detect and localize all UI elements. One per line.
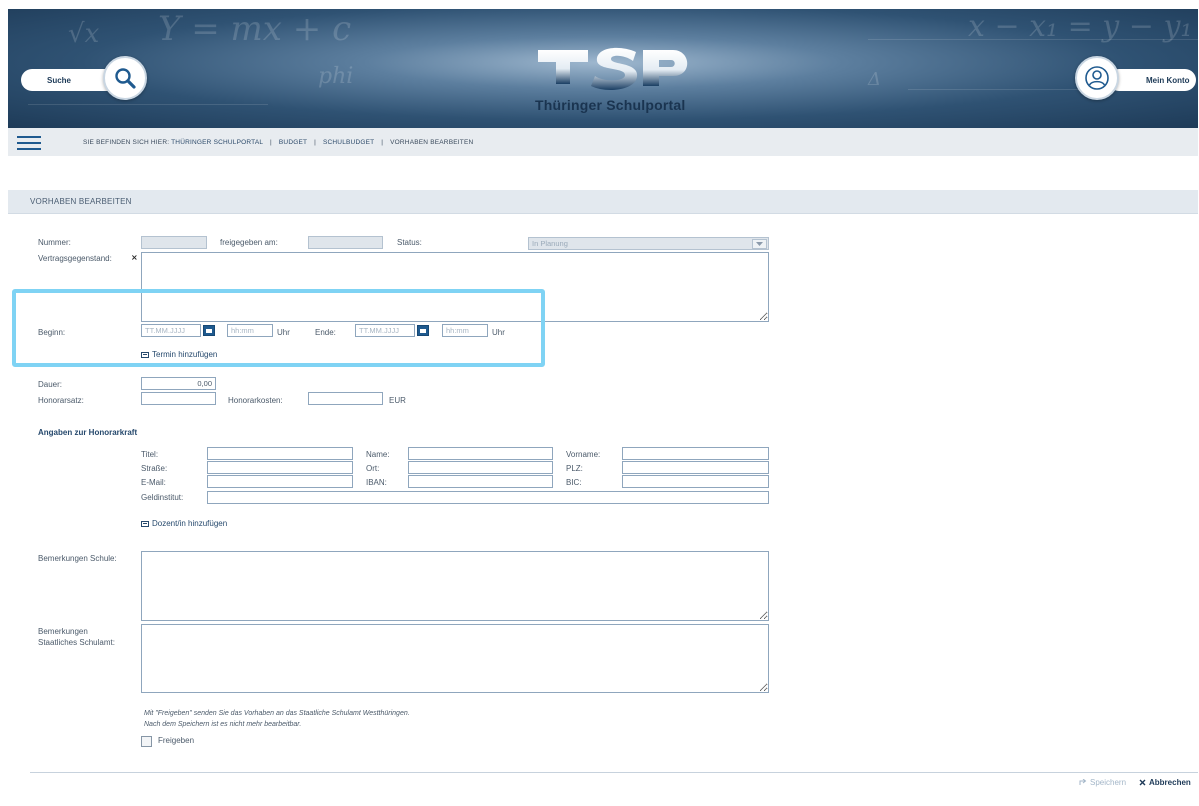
nummer-label: Nummer: [38, 238, 71, 247]
dauer-label: Dauer: [38, 380, 63, 389]
beginn-time-field[interactable] [227, 324, 273, 337]
name-field[interactable] [408, 447, 553, 460]
email-field[interactable] [207, 475, 353, 488]
required-mark: × [131, 253, 138, 262]
geldinstitut-field[interactable] [207, 491, 769, 504]
beginn-date-field[interactable] [141, 324, 201, 337]
email-label: E-Mail: [141, 478, 166, 487]
account-button[interactable]: Mein Konto [1108, 69, 1196, 91]
bemerkungen-schulamt-label: Bemerkungen [38, 627, 88, 636]
bic-label: BIC: [566, 478, 582, 487]
freigegeben-label: freigegeben am: [220, 238, 278, 247]
uhr-label: Uhr [277, 328, 290, 337]
nummer-field[interactable] [141, 236, 207, 249]
uhr-label: Uhr [492, 328, 505, 337]
status-select[interactable]: In Planung [528, 237, 769, 250]
cancel-button[interactable]: Abbrechen [1139, 778, 1191, 787]
cancel-label: Abbrechen [1149, 778, 1191, 787]
honorarsatz-label: Honorarsatz: [38, 396, 84, 405]
bic-field[interactable] [622, 475, 769, 488]
freigeben-label: Freigeben [158, 736, 195, 745]
vertragsgegenstand-label: Vertragsgegenstand: [38, 254, 112, 263]
portal-name: Thüringer Schulportal [535, 97, 686, 113]
add-termin-label: Termin hinzufügen [152, 350, 218, 359]
dauer-field[interactable] [141, 377, 216, 390]
strasse-label: Straße: [141, 464, 168, 473]
add-icon [141, 520, 149, 527]
beginn-label: Beginn: [38, 328, 66, 337]
vorname-label: Vorname: [566, 450, 601, 459]
breadcrumb-item-budget[interactable]: BUDGET [279, 139, 307, 146]
breadcrumb: SIE BEFINDEN SICH HIER: THÜRINGER SCHULP… [83, 139, 474, 146]
page-title: VORHABEN BEARBEITEN [30, 197, 132, 206]
chevron-down-icon[interactable] [752, 239, 767, 249]
vertragsgegenstand-field[interactable] [141, 252, 769, 322]
panel-header: VORHABEN BEARBEITEN [8, 190, 1198, 214]
calendar-icon[interactable] [203, 325, 215, 336]
breadcrumb-item-portal[interactable]: THÜRINGER SCHULPORTAL [171, 139, 263, 146]
breadcrumb-item-current: VORHABEN BEARBEITEN [390, 139, 474, 146]
honorarkosten-field[interactable] [308, 392, 383, 405]
bemerkungen-schule-label: Bemerkungen Schule: [38, 554, 117, 563]
breadcrumb-item-schulbudget[interactable]: SCHULBUDGET [323, 139, 374, 146]
ende-time-field[interactable] [442, 324, 488, 337]
header-banner: Y = mx + c phi √x x − x₁ = y − y₁ Δ Such… [8, 9, 1198, 128]
titel-label: Titel: [141, 450, 159, 459]
honorarkraft-heading: Angaben zur Honorarkraft [38, 428, 138, 437]
vorname-field[interactable] [622, 447, 769, 460]
bemerkungen-schule-field[interactable] [141, 551, 769, 621]
status-label: Status: [397, 238, 422, 247]
add-icon [141, 351, 149, 358]
freigegeben-field[interactable] [308, 236, 383, 249]
strasse-field[interactable] [207, 461, 353, 474]
search-icon[interactable] [103, 56, 147, 100]
ende-label: Ende: [315, 328, 336, 337]
currency-label: EUR [389, 396, 406, 405]
chalk-decoration: Δ [868, 69, 881, 90]
plz-field[interactable] [622, 461, 769, 474]
geldinstitut-label: Geldinstitut: [141, 493, 184, 502]
status-value: In Planung [532, 239, 568, 248]
chalk-decoration: x − x₁ = y − y₁ [968, 9, 1193, 44]
freigeben-checkbox[interactable] [141, 736, 152, 747]
iban-field[interactable] [408, 475, 553, 488]
ende-date-field[interactable] [355, 324, 415, 337]
save-button[interactable]: Speichern [1079, 778, 1126, 787]
release-note: Mit "Freigeben" senden Sie das Vorhaben … [144, 710, 410, 717]
honorarsatz-field[interactable] [141, 392, 216, 405]
save-icon [1079, 779, 1087, 785]
save-label: Speichern [1090, 778, 1127, 787]
account-label: Mein Konto [1146, 75, 1190, 85]
search-label: Suche [47, 75, 72, 85]
ort-label: Ort: [366, 464, 380, 473]
titel-field[interactable] [207, 447, 353, 460]
chalk-decoration: Y = mx + c [158, 9, 352, 49]
breadcrumb-bar: SIE BEFINDEN SICH HIER: THÜRINGER SCHULP… [8, 128, 1198, 156]
bemerkungen-schulamt-field[interactable] [141, 624, 769, 693]
breadcrumb-prefix: SIE BEFINDEN SICH HIER: [83, 139, 170, 146]
menu-icon[interactable] [17, 136, 41, 150]
bemerkungen-schulamt-label-2: Staatliches Schulamt: [38, 638, 115, 647]
add-dozent-link[interactable]: Dozent/in hinzufügen [141, 519, 227, 528]
user-icon[interactable] [1075, 56, 1119, 100]
honorarkosten-label: Honorarkosten: [228, 396, 283, 405]
release-note-2: Nach dem Speichern ist es nicht mehr bea… [144, 721, 302, 728]
divider [30, 772, 1198, 773]
chalk-decoration: √x [68, 19, 100, 49]
add-dozent-label: Dozent/in hinzufügen [152, 519, 228, 528]
iban-label: IBAN: [366, 478, 387, 487]
add-termin-link[interactable]: Termin hinzufügen [141, 350, 217, 359]
chalk-decoration: phi [318, 64, 354, 89]
ort-field[interactable] [408, 461, 553, 474]
calendar-icon[interactable] [417, 325, 429, 336]
close-icon [1139, 779, 1146, 786]
plz-label: PLZ: [566, 464, 583, 473]
name-label: Name: [366, 450, 390, 459]
